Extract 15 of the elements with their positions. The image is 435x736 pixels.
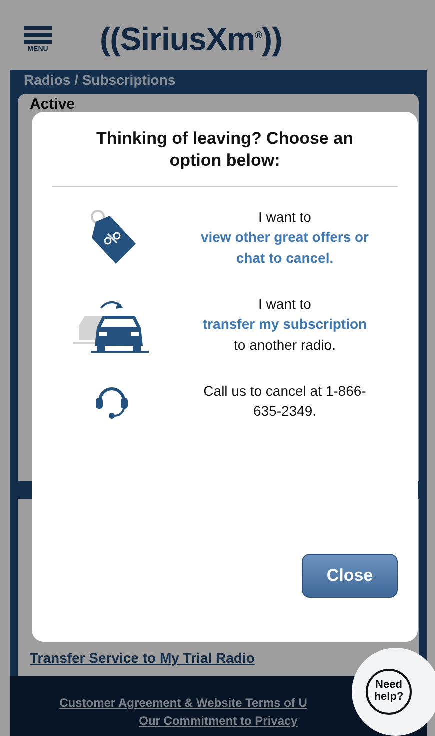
transfer-link[interactable]: Transfer Service to My Trial Radio — [30, 650, 255, 666]
option-link[interactable]: transfer my subscription — [202, 314, 368, 335]
option-text: I want to — [258, 295, 312, 314]
footer-link[interactable]: Customer Agreement & Website Terms of U — [60, 696, 308, 710]
footer-link[interactable]: Our Commitment to Privacy — [139, 714, 298, 728]
modal-title: Thinking of leaving? Choose an option below: — [96, 128, 354, 172]
status-label: Active — [30, 96, 76, 113]
menu-icon — [24, 26, 52, 44]
close-button[interactable]: Close — [302, 554, 398, 598]
option-text: to another radio. — [234, 336, 336, 355]
option-text: I want to — [258, 208, 312, 228]
option-link[interactable]: view other great offers or chat to cancel. — [185, 227, 385, 268]
option-text: Call us to cancel at 1-866-635-2349. — [202, 382, 368, 422]
section-title: Radios / Subscriptions — [24, 72, 176, 88]
brand-logo: ((SiriusXm$^{®}$)) — [100, 20, 282, 58]
